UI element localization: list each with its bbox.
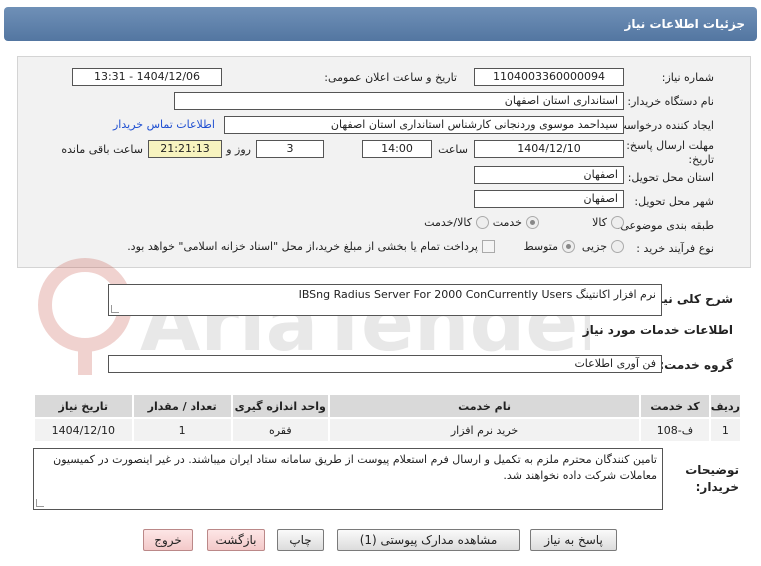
notes-text: تامین کنندگان محترم ملزم به تکمیل و ارسا… bbox=[53, 453, 657, 482]
need-number-label: شماره نیاز: bbox=[661, 71, 714, 84]
deadline-time-field: 14:00 bbox=[362, 140, 432, 158]
deadline-label-date: تاریخ: bbox=[688, 153, 714, 166]
resize-handle-icon[interactable] bbox=[111, 305, 119, 313]
category-radio-goods[interactable] bbox=[611, 216, 624, 229]
category-option-goods[interactable]: کالا bbox=[592, 216, 624, 229]
city-field: اصفهان bbox=[474, 190, 624, 208]
need-number-field: 1104003360000094 bbox=[474, 68, 624, 86]
print-button[interactable]: چاپ bbox=[277, 529, 324, 551]
col-service-name: نام خدمت bbox=[327, 393, 642, 419]
page-title: جزئیات اطلاعات نیاز bbox=[624, 17, 745, 31]
cell-service-code: ف-108 bbox=[639, 417, 711, 443]
treasury-checkbox[interactable] bbox=[482, 240, 495, 253]
days-field: 3 bbox=[256, 140, 324, 158]
col-service-code: کد خدمت bbox=[639, 393, 711, 419]
view-attachments-button[interactable]: مشاهده مدارک پیوستی (1) bbox=[337, 529, 520, 551]
category-radio-goods-service[interactable] bbox=[476, 216, 489, 229]
cell-service-name: خرید نرم افزار bbox=[327, 417, 642, 443]
col-unit: واحد اندازه گیری bbox=[230, 393, 330, 419]
category-radio-service[interactable] bbox=[526, 216, 539, 229]
announce-label: تاریخ و ساعت اعلان عمومی: bbox=[324, 71, 457, 84]
info-panel bbox=[17, 56, 751, 268]
service-group-field: فن آوری اطلاعات bbox=[108, 355, 662, 373]
services-table-header: ردیف کد خدمت نام خدمت واحد اندازه گیری ت… bbox=[33, 393, 743, 419]
notes-field[interactable]: تامین کنندگان محترم ملزم به تکمیل و ارسا… bbox=[33, 448, 663, 510]
services-section-title: اطلاعات خدمات مورد نیاز bbox=[582, 323, 733, 337]
process-radio-medium[interactable] bbox=[562, 240, 575, 253]
summary-field[interactable]: نرم افزار اکانتینگ IBSng Radius Server F… bbox=[108, 284, 662, 316]
buyer-org-label: نام دستگاه خریدار: bbox=[627, 95, 714, 108]
summary-text: نرم افزار اکانتینگ IBSng Radius Server F… bbox=[298, 288, 656, 301]
days-label: روز و bbox=[226, 143, 251, 156]
province-label: استان محل تحویل: bbox=[627, 171, 714, 184]
remaining-label: ساعت باقی مانده bbox=[61, 143, 143, 156]
treasury-option[interactable]: پرداخت تمام یا بخشی از مبلغ خرید،از محل … bbox=[127, 240, 495, 253]
col-need-date: تاریخ نیاز bbox=[33, 393, 134, 419]
notes-label-buyer: خریدار: bbox=[695, 480, 739, 494]
resize-handle-icon[interactable] bbox=[36, 499, 44, 507]
process-option-minor[interactable]: جزیی bbox=[582, 240, 624, 253]
cell-need-date: 1404/12/10 bbox=[33, 417, 134, 443]
service-group-label: گروه خدمت: bbox=[659, 358, 733, 372]
city-label: شهر محل تحویل: bbox=[634, 195, 714, 208]
creator-field: سیداحمد موسوی وردنجانی کارشناس استانداری… bbox=[224, 116, 624, 134]
table-row: 1 ف-108 خرید نرم افزار فقره 1 1404/12/10 bbox=[33, 417, 743, 443]
contact-buyer-link[interactable]: اطلاعات تماس خریدار bbox=[113, 118, 215, 131]
announce-field: 1404/12/06 - 13:31 bbox=[72, 68, 222, 86]
category-label: طبقه بندی موضوعی: bbox=[616, 219, 714, 232]
notes-label: توضیحات bbox=[685, 463, 739, 477]
remaining-time-field: 21:21:13 bbox=[148, 140, 222, 158]
cell-unit: فقره bbox=[230, 417, 330, 443]
buyer-org-field: استانداری استان اصفهان bbox=[174, 92, 624, 110]
exit-button[interactable]: خروج bbox=[143, 529, 193, 551]
deadline-date-field: 1404/12/10 bbox=[474, 140, 624, 158]
treasury-text: پرداخت تمام یا بخشی از مبلغ خرید،از محل … bbox=[127, 240, 478, 253]
process-option-medium[interactable]: متوسط bbox=[523, 240, 575, 253]
creator-label: ایجاد کننده درخواست: bbox=[612, 119, 714, 132]
deadline-label: مهلت ارسال پاسخ: تا bbox=[616, 139, 714, 152]
back-button[interactable]: بازگشت bbox=[207, 529, 265, 551]
time-label: ساعت bbox=[438, 143, 468, 156]
province-field: اصفهان bbox=[474, 166, 624, 184]
process-radio-minor[interactable] bbox=[611, 240, 624, 253]
page-header: جزئیات اطلاعات نیاز bbox=[4, 7, 757, 41]
process-label: نوع فرآیند خرید : bbox=[636, 242, 714, 255]
col-row: ردیف bbox=[708, 393, 743, 419]
cell-quantity: 1 bbox=[131, 417, 233, 443]
col-quantity: تعداد / مقدار bbox=[131, 393, 233, 419]
cell-row: 1 bbox=[708, 417, 743, 443]
services-table: ردیف کد خدمت نام خدمت واحد اندازه گیری ت… bbox=[33, 393, 743, 443]
category-option-service[interactable]: خدمت bbox=[493, 216, 539, 229]
reply-button[interactable]: پاسخ به نیاز bbox=[530, 529, 617, 551]
category-option-goods-service[interactable]: کالا/خدمت bbox=[424, 216, 489, 229]
